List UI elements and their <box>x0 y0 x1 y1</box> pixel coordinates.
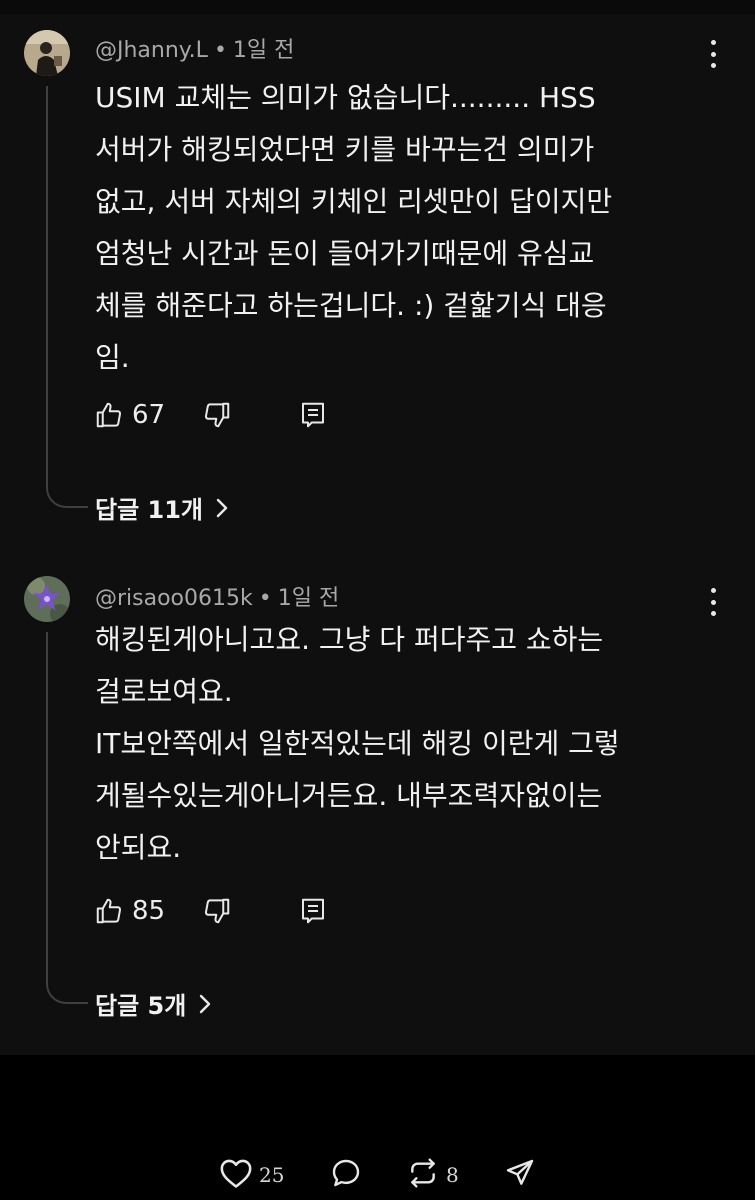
avatar[interactable] <box>24 30 70 76</box>
like-count: 67 <box>132 400 166 430</box>
avatar[interactable] <box>24 576 70 622</box>
chevron-right-icon <box>198 993 212 1015</box>
comment-line: 해킹된게아니고요. 그냥 다 퍼다주고 쇼하는 <box>95 623 604 656</box>
reply-thread-line <box>46 86 88 508</box>
comment-line: 안되요. <box>95 831 182 864</box>
chevron-right-icon <box>215 497 229 519</box>
separator-dot: • <box>213 38 227 63</box>
comment-time: 1일 전 <box>232 38 295 63</box>
thumbs-down-icon[interactable] <box>200 398 234 432</box>
separator-dot: • <box>258 586 272 611</box>
repost-icon <box>406 1157 440 1193</box>
comment-text: 해킹된게아니고요. 그냥 다 퍼다주고 쇼하는 걸로보여요. IT보안쪽에서 일… <box>95 614 720 874</box>
repost-button[interactable]: 8 <box>406 1157 459 1193</box>
comment-button[interactable] <box>329 1157 363 1193</box>
top-strip <box>0 0 755 14</box>
like-count: 85 <box>132 896 166 926</box>
comment-line: 체를 해준다고 하는겁니다. :) 겉핥기식 대응 <box>95 289 607 322</box>
comment-line: 게될수있는게아니거든요. 내부조력자없이는 <box>95 779 603 812</box>
share-button[interactable] <box>504 1157 536 1193</box>
author-handle[interactable]: @Jhanny.L <box>95 38 208 63</box>
reply-thread-line <box>46 632 88 1004</box>
reply-icon[interactable] <box>296 894 330 928</box>
post-like-count: 25 <box>259 1163 285 1187</box>
comment-line: 없고, 서버 자체의 키체인 리셋만이 답이지만 <box>95 185 613 218</box>
comment-actions: 85 <box>92 893 330 929</box>
share-icon <box>504 1157 536 1193</box>
comment-line: 서버가 해킹되었다면 키를 바꾸는건 의미가 <box>95 133 595 166</box>
more-options-icon[interactable] <box>705 38 721 70</box>
comment-line: USIM 교체는 의미가 없습니다......... HSS <box>95 81 596 114</box>
repost-count: 8 <box>446 1163 459 1187</box>
bottom-action-bar <box>0 1055 755 1200</box>
replies-label: 답글 11개 <box>95 496 203 524</box>
comment-text: USIM 교체는 의미가 없습니다......... HSS 서버가 해킹되었다… <box>95 72 720 384</box>
thumbs-up-icon[interactable] <box>92 894 126 928</box>
comment-line: 임. <box>95 341 130 374</box>
comment-line: 걸로보여요. <box>95 675 233 708</box>
comment-meta: @Jhanny.L • 1일 전 <box>95 32 294 64</box>
comment-meta: @risaoo0615k • 1일 전 <box>95 580 339 612</box>
reply-icon[interactable] <box>296 398 330 432</box>
view-replies-button[interactable]: 답글 11개 <box>95 490 229 525</box>
thumbs-up-icon[interactable] <box>92 398 126 432</box>
comment-line: 엄청난 시간과 돈이 들어가기때문에 유심교 <box>95 237 595 270</box>
comment-time: 1일 전 <box>277 586 340 611</box>
comment-actions: 67 <box>92 397 330 433</box>
comment-line: IT보안쪽에서 일한적있는데 해킹 이란게 그렇 <box>95 727 620 760</box>
thumbs-down-icon[interactable] <box>200 894 234 928</box>
author-handle[interactable]: @risaoo0615k <box>95 586 253 611</box>
like-post-button[interactable]: 25 <box>219 1157 284 1193</box>
view-replies-button[interactable]: 답글 5개 <box>95 986 212 1021</box>
heart-icon <box>219 1157 253 1193</box>
replies-label: 답글 5개 <box>95 992 187 1020</box>
comment-bubble-icon <box>329 1157 363 1193</box>
